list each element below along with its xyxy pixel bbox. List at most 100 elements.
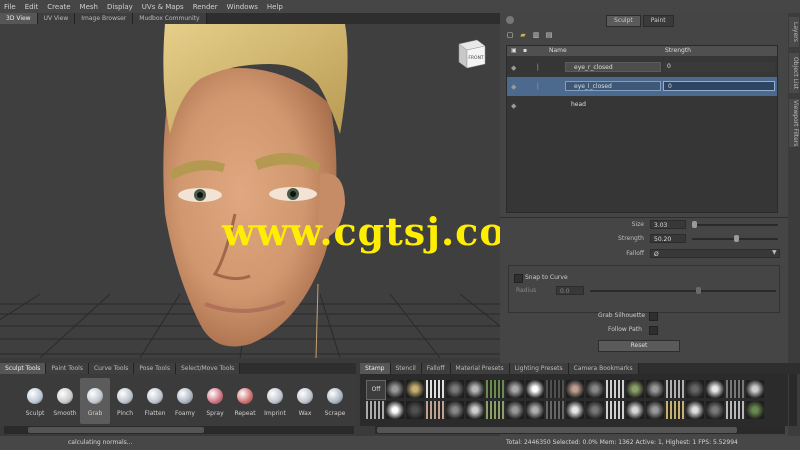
tool-tray-scroll-thumb[interactable] [28, 427, 204, 433]
tool-tab-2[interactable]: Curve Tools [88, 363, 135, 374]
layer-name[interactable]: eye_l_closed [565, 81, 661, 91]
menu-item-2[interactable]: Create [47, 3, 70, 11]
eye-icon[interactable]: ◆ [511, 83, 516, 91]
viewport-tab-1[interactable]: UV View [37, 13, 76, 24]
eye-icon[interactable]: ◆ [511, 64, 516, 72]
stamp-thumbnail[interactable] [566, 401, 584, 419]
snap-to-curve-checkbox[interactable] [514, 274, 523, 283]
stamp-thumbnail[interactable] [406, 380, 424, 398]
stamp-tab-1[interactable]: Stencil [390, 363, 422, 374]
stamp-tray-h-scrollbar[interactable] [375, 426, 785, 434]
layer-row[interactable]: ◆ head [507, 96, 777, 115]
stamp-thumbnail[interactable] [626, 380, 644, 398]
stamp-thumbnail[interactable] [746, 380, 764, 398]
3d-viewport[interactable]: FRONT www.cgtsj.com [0, 24, 500, 358]
layer-row[interactable]: ◆ ❘ eye_l_closed 0 [507, 77, 777, 96]
stamp-thumbnail[interactable] [726, 380, 744, 398]
stamp-thumbnail[interactable] [566, 380, 584, 398]
tool-0[interactable]: Sculpt [20, 378, 50, 424]
radius-field[interactable]: 0.0 [556, 286, 584, 295]
stamp-scrollbar[interactable] [789, 374, 797, 426]
stamp-thumbnail[interactable] [666, 380, 684, 398]
side-tab-2[interactable]: Viewport Filters [789, 99, 799, 147]
stamp-thumbnail[interactable] [646, 401, 664, 419]
stamp-thumbnail[interactable] [426, 380, 444, 398]
menu-item-6[interactable]: Render [193, 3, 218, 11]
view-cube[interactable]: FRONT [455, 36, 489, 70]
size-slider[interactable] [692, 224, 778, 226]
stamp-tab-0[interactable]: Stamp [360, 363, 391, 374]
tool-2[interactable]: Grab [80, 378, 110, 424]
follow-path-checkbox[interactable] [649, 326, 658, 335]
size-field[interactable]: 3.03 [650, 220, 686, 229]
tool-6[interactable]: Spray [200, 378, 230, 424]
radius-slider-thumb[interactable] [696, 287, 701, 294]
menu-item-8[interactable]: Help [267, 3, 283, 11]
stamp-thumbnail[interactable] [746, 401, 764, 419]
stamp-thumbnail[interactable] [486, 401, 504, 419]
stamp-thumbnail[interactable] [466, 401, 484, 419]
layer-options-icon[interactable]: ▤ [545, 31, 553, 39]
falloff-dropdown[interactable]: Ø [650, 249, 780, 258]
stamp-thumbnail[interactable] [686, 401, 704, 419]
stamp-thumbnail[interactable] [486, 380, 504, 398]
tool-tray-scrollbar[interactable] [4, 426, 354, 434]
stamp-thumbnail[interactable] [426, 401, 444, 419]
menu-item-7[interactable]: Windows [227, 3, 258, 11]
layer-row[interactable]: ◆ ❘ eye_r_closed 0 [507, 58, 777, 77]
stamp-thumbnail[interactable] [606, 380, 624, 398]
lock-icon[interactable]: ❘ [535, 82, 541, 90]
panel-tab-0[interactable]: Sculpt [606, 15, 641, 27]
stamp-thumbnail[interactable] [726, 401, 744, 419]
stamp-thumbnail[interactable] [626, 401, 644, 419]
stamp-thumbnail[interactable] [366, 401, 384, 419]
stamp-tab-3[interactable]: Material Presets [450, 363, 510, 374]
layer-strength[interactable]: 0 [663, 81, 775, 91]
stamp-thumbnail[interactable] [506, 380, 524, 398]
stamp-thumbnail[interactable] [706, 380, 724, 398]
tool-8[interactable]: Imprint [260, 378, 290, 424]
stamp-thumbnail[interactable] [606, 401, 624, 419]
stamp-thumbnail[interactable] [546, 380, 564, 398]
grab-silhouette-checkbox[interactable] [649, 312, 658, 321]
viewport-tab-0[interactable]: 3D View [0, 13, 38, 24]
stamp-thumbnail[interactable] [586, 380, 604, 398]
eye-icon[interactable]: ◆ [511, 102, 516, 110]
stamp-thumbnail[interactable] [526, 401, 544, 419]
menu-item-3[interactable]: Mesh [80, 3, 98, 11]
delete-layer-icon[interactable]: ▥ [532, 31, 540, 39]
panel-close-icon[interactable] [506, 16, 514, 24]
stamp-thumbnail[interactable] [686, 380, 704, 398]
tool-tab-4[interactable]: Select/Move Tools [175, 363, 241, 374]
stamp-thumbnail[interactable] [666, 401, 684, 419]
stamp-thumbnail[interactable] [526, 380, 544, 398]
strength-field[interactable]: 50.20 [650, 234, 686, 243]
stamp-thumbnail[interactable] [406, 401, 424, 419]
stamp-thumbnail[interactable] [466, 380, 484, 398]
side-tab-0[interactable]: Layers [789, 17, 799, 47]
side-tab-1[interactable]: Object List [789, 53, 799, 93]
stamp-thumbnail[interactable] [446, 380, 464, 398]
menu-item-5[interactable]: UVs & Maps [142, 3, 184, 11]
tool-tab-0[interactable]: Sculpt Tools [0, 363, 47, 374]
size-slider-thumb[interactable] [692, 221, 697, 228]
panel-tab-1[interactable]: Paint [642, 15, 674, 27]
stamp-thumbnail[interactable] [586, 401, 604, 419]
layer-name[interactable]: eye_r_closed [565, 62, 661, 72]
menu-item-0[interactable]: File [4, 3, 16, 11]
stamp-off-button[interactable]: Off [366, 380, 386, 400]
tool-7[interactable]: Repeat [230, 378, 260, 424]
layer-strength[interactable]: 0 [663, 62, 775, 72]
stamp-thumbnail[interactable] [546, 401, 564, 419]
strength-slider-thumb[interactable] [734, 235, 739, 242]
stamp-tab-5[interactable]: Camera Bookmarks [568, 363, 639, 374]
folder-icon[interactable]: ▰ [519, 31, 527, 39]
tool-tab-1[interactable]: Paint Tools [46, 363, 89, 374]
stamp-thumbnail[interactable] [446, 401, 464, 419]
tool-1[interactable]: Smooth [50, 378, 80, 424]
tool-tab-3[interactable]: Pose Tools [134, 363, 176, 374]
radius-slider[interactable] [590, 290, 776, 292]
tool-5[interactable]: Foamy [170, 378, 200, 424]
stamp-tray-scroll-thumb[interactable] [377, 427, 737, 433]
tool-3[interactable]: Pinch [110, 378, 140, 424]
